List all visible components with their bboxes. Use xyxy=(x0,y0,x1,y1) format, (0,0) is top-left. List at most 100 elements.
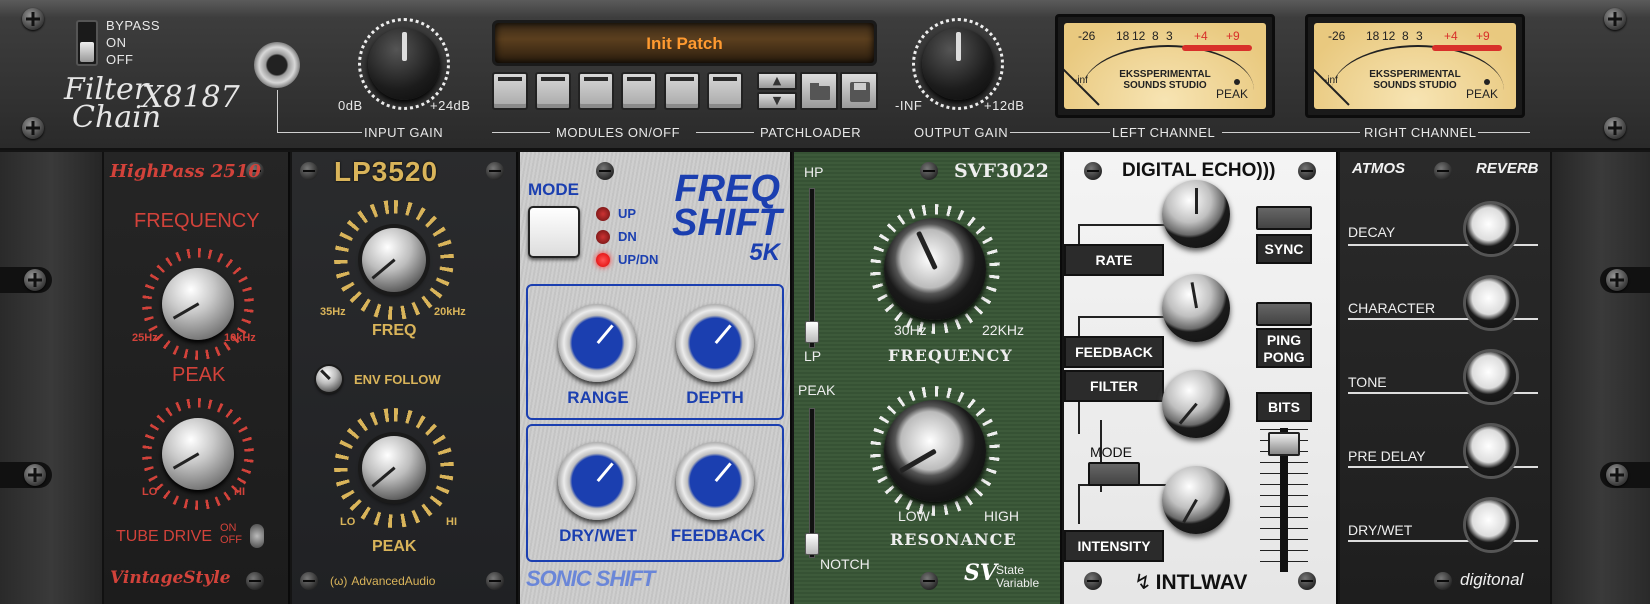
lp-freq-knob[interactable] xyxy=(362,228,426,292)
ping-pong-label: PING PONG xyxy=(1256,328,1312,368)
echo-mode-toggle[interactable] xyxy=(1088,462,1140,486)
tube-drive-switch[interactable] xyxy=(250,524,264,548)
pre-delay-label: PRE DELAY xyxy=(1348,448,1426,464)
bypass-switch[interactable] xyxy=(76,20,98,66)
reverb-title-atmos: ATMOS xyxy=(1352,160,1406,177)
freqshift-title: FREQ SHIFT 5K xyxy=(672,168,782,266)
bypass-off-label: OFF xyxy=(106,52,134,67)
mode-button[interactable] xyxy=(528,206,580,258)
vu-scale-tick: 8 xyxy=(1152,29,1159,43)
patch-up-button[interactable]: ▲ xyxy=(757,72,797,90)
highpass-peak-knob[interactable] xyxy=(162,418,234,490)
module-toggle-3[interactable] xyxy=(578,72,614,110)
patch-display: Init Patch xyxy=(492,20,877,66)
decay-knob[interactable] xyxy=(1466,204,1516,254)
input-gain-knob[interactable] xyxy=(368,28,440,100)
module-toggle-5[interactable] xyxy=(664,72,700,110)
tone-knob[interactable] xyxy=(1466,352,1516,402)
vu-meter-right: -26 18 12 8 3 +4 +9 -inf EKSSPERIMENTAL … xyxy=(1305,14,1525,118)
vu-peak-label: PEAK xyxy=(1215,87,1248,101)
rack-screw-icon xyxy=(22,117,44,139)
rate-label: RATE xyxy=(1064,244,1164,276)
rack-ear-left xyxy=(0,152,104,604)
freq-max-label: 10kHz xyxy=(224,332,256,344)
module-toggle-2[interactable] xyxy=(535,72,571,110)
env-follow-knob[interactable] xyxy=(316,366,342,392)
svf-frequency-label: FREQUENCY xyxy=(888,346,1013,365)
depth-knob[interactable] xyxy=(676,304,754,382)
filter-label: FILTER xyxy=(1064,370,1164,402)
vu-scale-tick: +4 xyxy=(1444,29,1458,43)
vu-scale-tick: 12 xyxy=(1382,29,1396,43)
module-svf3022: SVF3022 HP LP 30Hz 22KHz FREQUENCY PEAK … xyxy=(794,152,1062,604)
sync-label: SYNC xyxy=(1256,234,1312,264)
svf-freq-min: 30Hz xyxy=(894,322,927,338)
range-knob[interactable] xyxy=(558,304,636,382)
sv-logo: SV xyxy=(964,560,997,586)
svf-resonance-knob[interactable] xyxy=(884,400,986,502)
echo-intensity-knob[interactable] xyxy=(1162,466,1230,534)
fs-feedback-label: FEEDBACK xyxy=(670,526,766,545)
svf-resonance-label: RESONANCE xyxy=(890,530,1017,549)
echo-feedback-knob[interactable] xyxy=(1162,274,1230,342)
vu-scale-tick: +9 xyxy=(1476,29,1490,43)
sonic-shift-brand: SONIC SHIFT xyxy=(526,566,655,591)
vu-meter-left: -26 18 12 8 3 +4 +9 -inf EKSSPERIMENTAL … xyxy=(1055,14,1275,118)
bits-fader[interactable] xyxy=(1260,428,1308,572)
decay-label: DECAY xyxy=(1348,224,1396,240)
module-toggle-4[interactable] xyxy=(621,72,657,110)
rack-screw-icon xyxy=(1604,117,1626,139)
mode-up-led xyxy=(596,207,610,221)
rack-screw-icon xyxy=(24,464,46,486)
svf-mode-fader[interactable] xyxy=(805,188,819,348)
echo-title: DIGITAL ECHO))) xyxy=(1122,160,1276,181)
ping-pong-toggle[interactable] xyxy=(1256,302,1312,326)
module-atmos-reverb: ATMOS REVERB DECAY CHARACTER TONE PRE DE… xyxy=(1340,152,1550,604)
bypass-label: BYPASS xyxy=(106,18,161,33)
svf-peak-notch-fader[interactable] xyxy=(805,408,819,558)
svf-lp-label: LP xyxy=(804,348,822,364)
svf-frequency-knob[interactable] xyxy=(884,218,986,320)
tone-label: TONE xyxy=(1348,374,1387,390)
wave-icon: ↯ xyxy=(1134,571,1152,594)
vu-scale-tick: +4 xyxy=(1194,29,1208,43)
vu-scale-tick: 3 xyxy=(1166,29,1173,43)
fs-drywet-knob[interactable] xyxy=(558,442,636,520)
output-gain-knob[interactable] xyxy=(922,28,994,100)
character-knob[interactable] xyxy=(1466,278,1516,328)
lp-peak-max: HI xyxy=(446,516,457,528)
character-label: CHARACTER xyxy=(1348,300,1436,316)
folder-icon[interactable] xyxy=(800,72,838,110)
lp-freq-label: FREQ xyxy=(372,322,417,339)
left-channel-label: LEFT CHANNEL xyxy=(1112,125,1216,140)
module-toggle-1[interactable] xyxy=(492,72,528,110)
state-variable-brand: State Variable xyxy=(996,563,1040,590)
echo-rate-knob[interactable] xyxy=(1162,180,1230,248)
output-gain-label: OUTPUT GAIN xyxy=(914,125,1009,140)
input-jack-icon xyxy=(254,42,300,88)
input-gain-min: 0dB xyxy=(338,98,363,113)
reverb-drywet-knob[interactable] xyxy=(1466,500,1516,550)
patch-down-button[interactable]: ▼ xyxy=(757,92,797,110)
highpass-frequency-knob[interactable] xyxy=(162,268,234,340)
rack-screw-icon xyxy=(1606,269,1628,291)
bypass-on-label: ON xyxy=(106,35,127,50)
module-toggle-6[interactable] xyxy=(707,72,743,110)
mode-up-label: UP xyxy=(618,206,637,221)
lp-peak-knob[interactable] xyxy=(362,436,426,500)
patch-name: Init Patch xyxy=(646,34,723,53)
frequency-label: FREQUENCY xyxy=(134,210,260,232)
save-icon[interactable] xyxy=(840,72,878,110)
mode-label: MODE xyxy=(528,180,579,199)
reverb-title-reverb: REVERB xyxy=(1476,160,1539,177)
echo-filter-knob[interactable] xyxy=(1162,370,1230,438)
intensity-label: INTENSITY xyxy=(1064,530,1164,562)
module-freq-shift: MODE UP DN UP/DN FREQ SHIFT 5K RANGE DEP… xyxy=(520,152,792,604)
fs-feedback-knob[interactable] xyxy=(676,442,754,520)
input-gain-label: INPUT GAIN xyxy=(364,125,444,140)
sync-toggle[interactable] xyxy=(1256,206,1312,230)
pre-delay-knob[interactable] xyxy=(1466,426,1516,476)
rack-screw-icon xyxy=(1606,464,1628,486)
svf-peak-label: PEAK xyxy=(798,382,836,398)
logo-model: X8187 xyxy=(142,80,240,115)
